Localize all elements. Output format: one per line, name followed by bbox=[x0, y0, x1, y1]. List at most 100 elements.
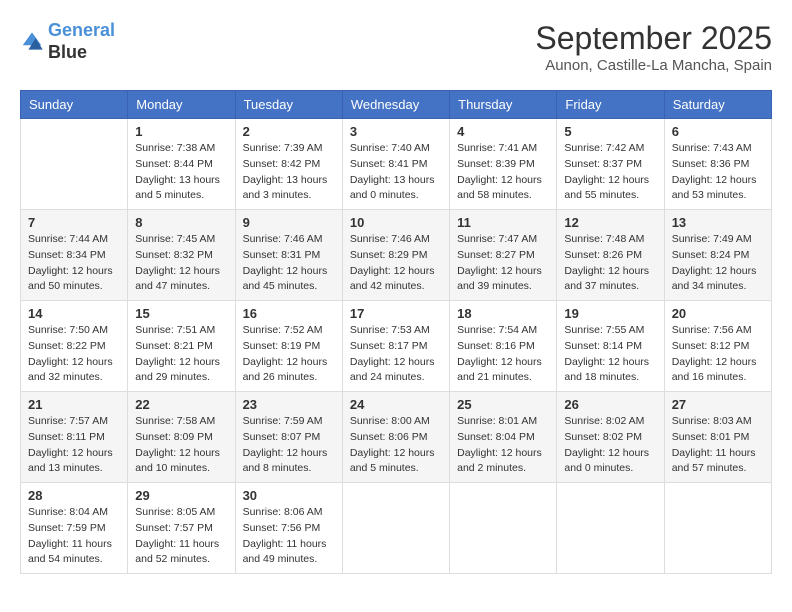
day-info: Sunrise: 7:59 AMSunset: 8:07 PMDaylight:… bbox=[243, 414, 335, 477]
day-number: 1 bbox=[135, 124, 227, 139]
day-number: 30 bbox=[243, 488, 335, 503]
day-info: Sunrise: 7:53 AMSunset: 8:17 PMDaylight:… bbox=[350, 323, 442, 386]
calendar-cell: 3 Sunrise: 7:40 AMSunset: 8:41 PMDaylight… bbox=[342, 119, 449, 210]
calendar-cell: 19 Sunrise: 7:55 AMSunset: 8:14 PMDayligh… bbox=[557, 301, 664, 392]
day-number: 6 bbox=[672, 124, 764, 139]
day-info: Sunrise: 8:05 AMSunset: 7:57 PMDaylight:… bbox=[135, 505, 227, 568]
calendar-cell: 5 Sunrise: 7:42 AMSunset: 8:37 PMDaylight… bbox=[557, 119, 664, 210]
weekday-header: Wednesday bbox=[342, 91, 449, 119]
logo-text: General Blue bbox=[48, 20, 115, 63]
month-title: September 2025 bbox=[535, 20, 772, 57]
calendar-week-row: 21 Sunrise: 7:57 AMSunset: 8:11 PMDayligh… bbox=[21, 392, 772, 483]
day-info: Sunrise: 7:41 AMSunset: 8:39 PMDaylight:… bbox=[457, 141, 549, 204]
calendar-cell bbox=[664, 483, 771, 574]
calendar-cell bbox=[342, 483, 449, 574]
day-info: Sunrise: 7:47 AMSunset: 8:27 PMDaylight:… bbox=[457, 232, 549, 295]
calendar-cell: 13 Sunrise: 7:49 AMSunset: 8:24 PMDayligh… bbox=[664, 210, 771, 301]
calendar-cell: 27 Sunrise: 8:03 AMSunset: 8:01 PMDayligh… bbox=[664, 392, 771, 483]
day-info: Sunrise: 8:00 AMSunset: 8:06 PMDaylight:… bbox=[350, 414, 442, 477]
weekday-header: Tuesday bbox=[235, 91, 342, 119]
calendar-cell: 9Sunrise: 7:46 AMSunset: 8:31 PMDaylight… bbox=[235, 210, 342, 301]
page-header: General Blue September 2025 Aunon, Casti… bbox=[20, 20, 772, 74]
calendar-cell bbox=[557, 483, 664, 574]
day-info: Sunrise: 7:58 AMSunset: 8:09 PMDaylight:… bbox=[135, 414, 227, 477]
day-info: Sunrise: 7:42 AMSunset: 8:37 PMDaylight:… bbox=[564, 141, 656, 204]
day-info: Sunrise: 7:43 AMSunset: 8:36 PMDaylight:… bbox=[672, 141, 764, 204]
day-number: 3 bbox=[350, 124, 442, 139]
calendar-cell: 18 Sunrise: 7:54 AMSunset: 8:16 PMDayligh… bbox=[450, 301, 557, 392]
day-number: 22 bbox=[135, 397, 227, 412]
logo-line1: General bbox=[48, 20, 115, 40]
day-number: 18 bbox=[457, 306, 549, 321]
day-number: 24 bbox=[350, 397, 442, 412]
calendar-header-row: SundayMondayTuesdayWednesdayThursdayFrid… bbox=[21, 91, 772, 119]
calendar-cell: 4 Sunrise: 7:41 AMSunset: 8:39 PMDaylight… bbox=[450, 119, 557, 210]
day-number: 19 bbox=[564, 306, 656, 321]
day-number: 5 bbox=[564, 124, 656, 139]
calendar-week-row: 14 Sunrise: 7:50 AMSunset: 8:22 PMDayligh… bbox=[21, 301, 772, 392]
day-number: 16 bbox=[243, 306, 335, 321]
calendar-cell: 6 Sunrise: 7:43 AMSunset: 8:36 PMDaylight… bbox=[664, 119, 771, 210]
day-info: Sunrise: 7:49 AMSunset: 8:24 PMDaylight:… bbox=[672, 232, 764, 295]
calendar-cell: 15 Sunrise: 7:51 AMSunset: 8:21 PMDayligh… bbox=[128, 301, 235, 392]
calendar-cell: 12 Sunrise: 7:48 AMSunset: 8:26 PMDayligh… bbox=[557, 210, 664, 301]
weekday-header: Monday bbox=[128, 91, 235, 119]
day-info: Sunrise: 7:46 AMSunset: 8:31 PMDaylight:… bbox=[243, 232, 335, 295]
calendar-week-row: 7Sunrise: 7:44 AMSunset: 8:34 PMDaylight… bbox=[21, 210, 772, 301]
calendar-table: SundayMondayTuesdayWednesdayThursdayFrid… bbox=[20, 90, 772, 574]
calendar-cell: 7Sunrise: 7:44 AMSunset: 8:34 PMDaylight… bbox=[21, 210, 128, 301]
calendar-cell: 2 Sunrise: 7:39 AMSunset: 8:42 PMDaylight… bbox=[235, 119, 342, 210]
location: Aunon, Castille-La Mancha, Spain bbox=[535, 57, 772, 74]
calendar-cell: 26 Sunrise: 8:02 AMSunset: 8:02 PMDayligh… bbox=[557, 392, 664, 483]
day-number: 17 bbox=[350, 306, 442, 321]
day-info: Sunrise: 7:50 AMSunset: 8:22 PMDaylight:… bbox=[28, 323, 120, 386]
day-info: Sunrise: 8:04 AMSunset: 7:59 PMDaylight:… bbox=[28, 505, 120, 568]
calendar-cell: 1Sunrise: 7:38 AMSunset: 8:44 PMDaylight… bbox=[128, 119, 235, 210]
calendar-cell: 23 Sunrise: 7:59 AMSunset: 8:07 PMDayligh… bbox=[235, 392, 342, 483]
day-info: Sunrise: 8:02 AMSunset: 8:02 PMDaylight:… bbox=[564, 414, 656, 477]
calendar-cell: 28 Sunrise: 8:04 AMSunset: 7:59 PMDayligh… bbox=[21, 483, 128, 574]
day-number: 25 bbox=[457, 397, 549, 412]
day-number: 10 bbox=[350, 215, 442, 230]
day-number: 26 bbox=[564, 397, 656, 412]
calendar-cell: 16Sunrise: 7:52 AMSunset: 8:19 PMDayligh… bbox=[235, 301, 342, 392]
calendar-cell bbox=[450, 483, 557, 574]
day-info: Sunrise: 7:55 AMSunset: 8:14 PMDaylight:… bbox=[564, 323, 656, 386]
day-number: 13 bbox=[672, 215, 764, 230]
calendar-week-row: 1Sunrise: 7:38 AMSunset: 8:44 PMDaylight… bbox=[21, 119, 772, 210]
day-number: 23 bbox=[243, 397, 335, 412]
logo-icon bbox=[20, 31, 44, 51]
logo: General Blue bbox=[20, 20, 115, 63]
day-number: 27 bbox=[672, 397, 764, 412]
day-info: Sunrise: 8:03 AMSunset: 8:01 PMDaylight:… bbox=[672, 414, 764, 477]
day-info: Sunrise: 7:51 AMSunset: 8:21 PMDaylight:… bbox=[135, 323, 227, 386]
day-number: 2 bbox=[243, 124, 335, 139]
day-info: Sunrise: 7:46 AMSunset: 8:29 PMDaylight:… bbox=[350, 232, 442, 295]
calendar-cell: 24 Sunrise: 8:00 AMSunset: 8:06 PMDayligh… bbox=[342, 392, 449, 483]
day-info: Sunrise: 7:54 AMSunset: 8:16 PMDaylight:… bbox=[457, 323, 549, 386]
day-info: Sunrise: 7:40 AMSunset: 8:41 PMDaylight:… bbox=[350, 141, 442, 204]
day-number: 12 bbox=[564, 215, 656, 230]
day-number: 11 bbox=[457, 215, 549, 230]
calendar-cell: 21 Sunrise: 7:57 AMSunset: 8:11 PMDayligh… bbox=[21, 392, 128, 483]
day-info: Sunrise: 7:39 AMSunset: 8:42 PMDaylight:… bbox=[243, 141, 335, 204]
day-number: 15 bbox=[135, 306, 227, 321]
day-number: 14 bbox=[28, 306, 120, 321]
calendar-cell: 30Sunrise: 8:06 AMSunset: 7:56 PMDayligh… bbox=[235, 483, 342, 574]
day-info: Sunrise: 7:48 AMSunset: 8:26 PMDaylight:… bbox=[564, 232, 656, 295]
weekday-header: Saturday bbox=[664, 91, 771, 119]
day-info: Sunrise: 7:57 AMSunset: 8:11 PMDaylight:… bbox=[28, 414, 120, 477]
logo-line2: Blue bbox=[48, 42, 115, 64]
weekday-header: Thursday bbox=[450, 91, 557, 119]
calendar-cell: 20Sunrise: 7:56 AMSunset: 8:12 PMDayligh… bbox=[664, 301, 771, 392]
day-number: 4 bbox=[457, 124, 549, 139]
day-number: 28 bbox=[28, 488, 120, 503]
calendar-cell: 8Sunrise: 7:45 AMSunset: 8:32 PMDaylight… bbox=[128, 210, 235, 301]
day-number: 21 bbox=[28, 397, 120, 412]
day-number: 8 bbox=[135, 215, 227, 230]
weekday-header: Friday bbox=[557, 91, 664, 119]
title-area: September 2025 Aunon, Castille-La Mancha… bbox=[535, 20, 772, 74]
day-info: Sunrise: 8:01 AMSunset: 8:04 PMDaylight:… bbox=[457, 414, 549, 477]
calendar-cell: 17 Sunrise: 7:53 AMSunset: 8:17 PMDayligh… bbox=[342, 301, 449, 392]
calendar-cell: 14 Sunrise: 7:50 AMSunset: 8:22 PMDayligh… bbox=[21, 301, 128, 392]
